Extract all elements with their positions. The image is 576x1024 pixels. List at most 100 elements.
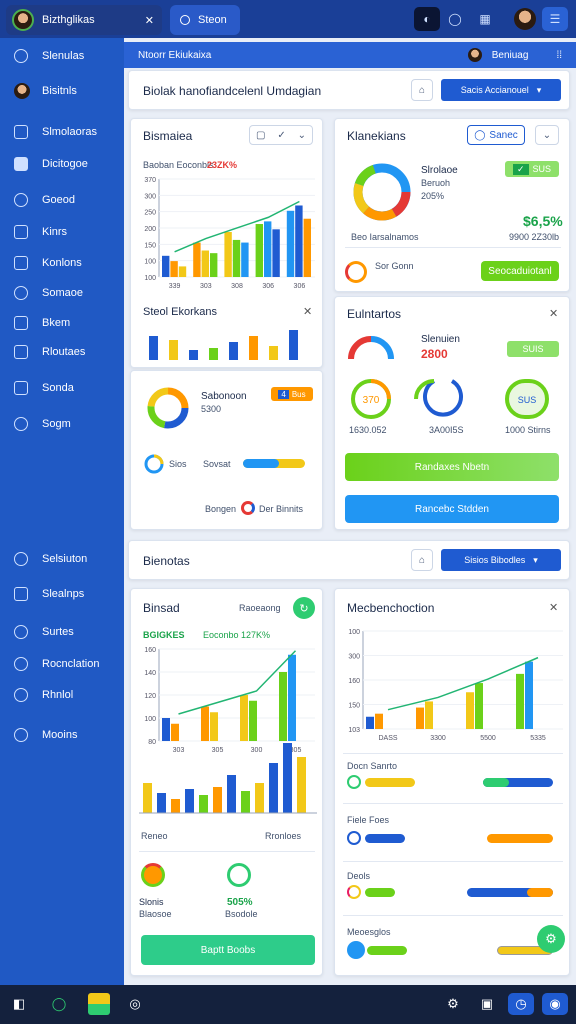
strip-title: Ntoorr Ekiukaixa (138, 49, 212, 61)
notification-icon[interactable]: ◉ (542, 993, 568, 1015)
donut-chart (353, 163, 411, 221)
sidebar-item-10[interactable]: Sonda (14, 378, 74, 398)
chevron-down-icon[interactable]: ⌄ (535, 125, 559, 145)
chevron-down-icon[interactable]: ⌄ (298, 130, 306, 141)
gauge-label-3: 1000 Stirns (505, 425, 551, 435)
blue-action-button[interactable]: Rancebc Stdden (345, 495, 559, 523)
check-icon[interactable]: ✓ (277, 130, 285, 141)
x-tick-label: 3300 (430, 735, 446, 742)
ring-gauges: 370 SUS (351, 379, 549, 419)
chevron-down-icon: ▾ (536, 84, 542, 95)
y-tick-label: 103 (348, 727, 360, 734)
sidebar-item-13[interactable]: Slealnps (14, 584, 84, 604)
bar (269, 763, 278, 813)
gauge-label: Slenuien (421, 334, 460, 345)
grid-icon[interactable]: ▦ (472, 7, 498, 31)
sidebar-item-15[interactable]: Rocnclation (14, 654, 99, 674)
bar (288, 654, 296, 741)
metric-value: $6,5% (523, 213, 563, 229)
sidebar-item-7[interactable]: Somaoe (14, 283, 83, 303)
row1-value: Sovsat (203, 459, 231, 469)
bar-chart-card-2: Binsad Raoeaong ↻ BGIGKES Eoconbo 127K% … (130, 588, 323, 976)
header-action-button[interactable]: Sacis Accianouel ▾ (441, 79, 561, 101)
bar (286, 210, 295, 277)
sidebar-item-16[interactable]: Rhnlol (14, 685, 73, 705)
sidebar-item-12[interactable]: Selsiuton (14, 549, 87, 569)
bar-chart-svg-2 (139, 743, 317, 814)
bar (297, 757, 306, 813)
sidebar-item-3[interactable]: Dicitogoe (14, 154, 88, 174)
close-icon[interactable]: ✕ (549, 601, 558, 614)
sidebar-item-9[interactable]: Rloutaes (14, 342, 85, 362)
close-icon[interactable]: ✕ (303, 305, 312, 318)
bar (171, 723, 179, 741)
settings-icon[interactable]: ⚙ (442, 993, 464, 1015)
sidebar-item-4[interactable]: Goeod (14, 190, 75, 210)
sidebar-item-label: Sogm (42, 418, 71, 430)
bar (249, 700, 257, 741)
row1-label: Sios (169, 459, 187, 469)
home-icon[interactable]: ⌂ (411, 79, 433, 101)
sidebar-item-2[interactable]: Slmolaoras (14, 122, 97, 142)
row-label: Meoesglos (347, 927, 391, 937)
line-chart-card: Mecbenchoction ✕ 100 300 160 150 103 DASS 3300… (334, 588, 570, 976)
y-tick-label: 120 (144, 693, 156, 700)
y-tick-label: 100 (144, 259, 156, 266)
clock-icon[interactable]: ◷ (508, 993, 534, 1015)
item-label: Sor Gonn (375, 261, 414, 271)
row2-label: Bongen (205, 504, 237, 514)
bar (178, 266, 187, 277)
x-tick-label: DASS (378, 735, 397, 742)
green-button[interactable]: Seocaduiotanl (481, 261, 559, 281)
menu-icon[interactable]: ☰ (542, 7, 568, 31)
donut-card: Sabonoon 5300 4 Bus Sios Sovsat Bongen De… (130, 370, 323, 530)
sidebar-item-label: Bisitnls (42, 85, 77, 97)
donut-sub: 5300 (201, 404, 222, 414)
card-action-button[interactable]: ◯ Sanec (467, 125, 525, 145)
chat-icon[interactable]: ◯ (442, 7, 468, 31)
sidebar-item-label: Bkem (42, 317, 71, 329)
mail-icon[interactable]: ▣ (476, 993, 498, 1015)
green-action-button[interactable]: Randaxes Nbetn (345, 453, 559, 481)
strip-user[interactable]: Beniuag (492, 50, 529, 61)
sidebar-item-5[interactable]: Kinrs (14, 222, 67, 242)
y-tick-label: 150 (348, 703, 360, 710)
card-controls[interactable]: ▢ ✓ ⌄ (249, 125, 313, 145)
sidebar-item-label: Rocnclation (42, 658, 100, 670)
section-action-button[interactable]: Sisios Bibodles ▾ (441, 549, 561, 571)
sidebar-item-1[interactable]: Bisitnls (14, 81, 77, 101)
refresh-icon[interactable]: ↻ (293, 597, 315, 619)
progress-bar (483, 778, 553, 787)
tab-search[interactable]: Steon (170, 5, 240, 35)
file-icon (14, 316, 28, 330)
close-icon[interactable]: ✕ (145, 14, 154, 27)
bar (169, 340, 178, 360)
primary-button[interactable]: Baptt Boobs (141, 935, 315, 965)
browser-icon[interactable]: ◎ (124, 993, 146, 1015)
close-icon[interactable]: ✕ (549, 307, 558, 320)
profile-avatar[interactable] (512, 7, 538, 31)
tab-main[interactable]: Bizthglikas ✕ (6, 5, 162, 35)
bar (283, 743, 292, 813)
windows-icon[interactable]: ◧ (8, 993, 30, 1015)
fab-button[interactable]: ⚙ (537, 925, 565, 953)
sidebar-item-0[interactable]: Slenulas (14, 46, 84, 66)
user-icon[interactable]: ◐ (414, 7, 440, 31)
bar (170, 261, 178, 277)
footer-right: Rronloes (265, 831, 302, 841)
bar (279, 672, 287, 741)
grid-icon[interactable]: ⁞⁞ (556, 50, 562, 61)
home-icon[interactable]: ⌂ (411, 549, 433, 571)
square-icon[interactable]: ▢ (256, 130, 265, 141)
sidebar-item-14[interactable]: Surtes (14, 622, 74, 642)
folder-icon[interactable] (88, 993, 110, 1015)
bar-chart-svg: 370 300 250 200 150 100 100 339 303 308 306 306 (144, 177, 315, 290)
y-tick-label: 150 (144, 242, 156, 249)
bar (185, 789, 194, 813)
sidebar-item-8[interactable]: Bkem (14, 313, 70, 333)
sidebar-item-17[interactable]: Mooins (14, 725, 77, 745)
chat-icon[interactable]: ◯ (48, 993, 70, 1015)
sidebar-item-11[interactable]: Sogm (14, 414, 71, 434)
sidebar-item-6[interactable]: Konlons (14, 253, 82, 273)
card-right-label: Raoeaong (239, 603, 281, 613)
